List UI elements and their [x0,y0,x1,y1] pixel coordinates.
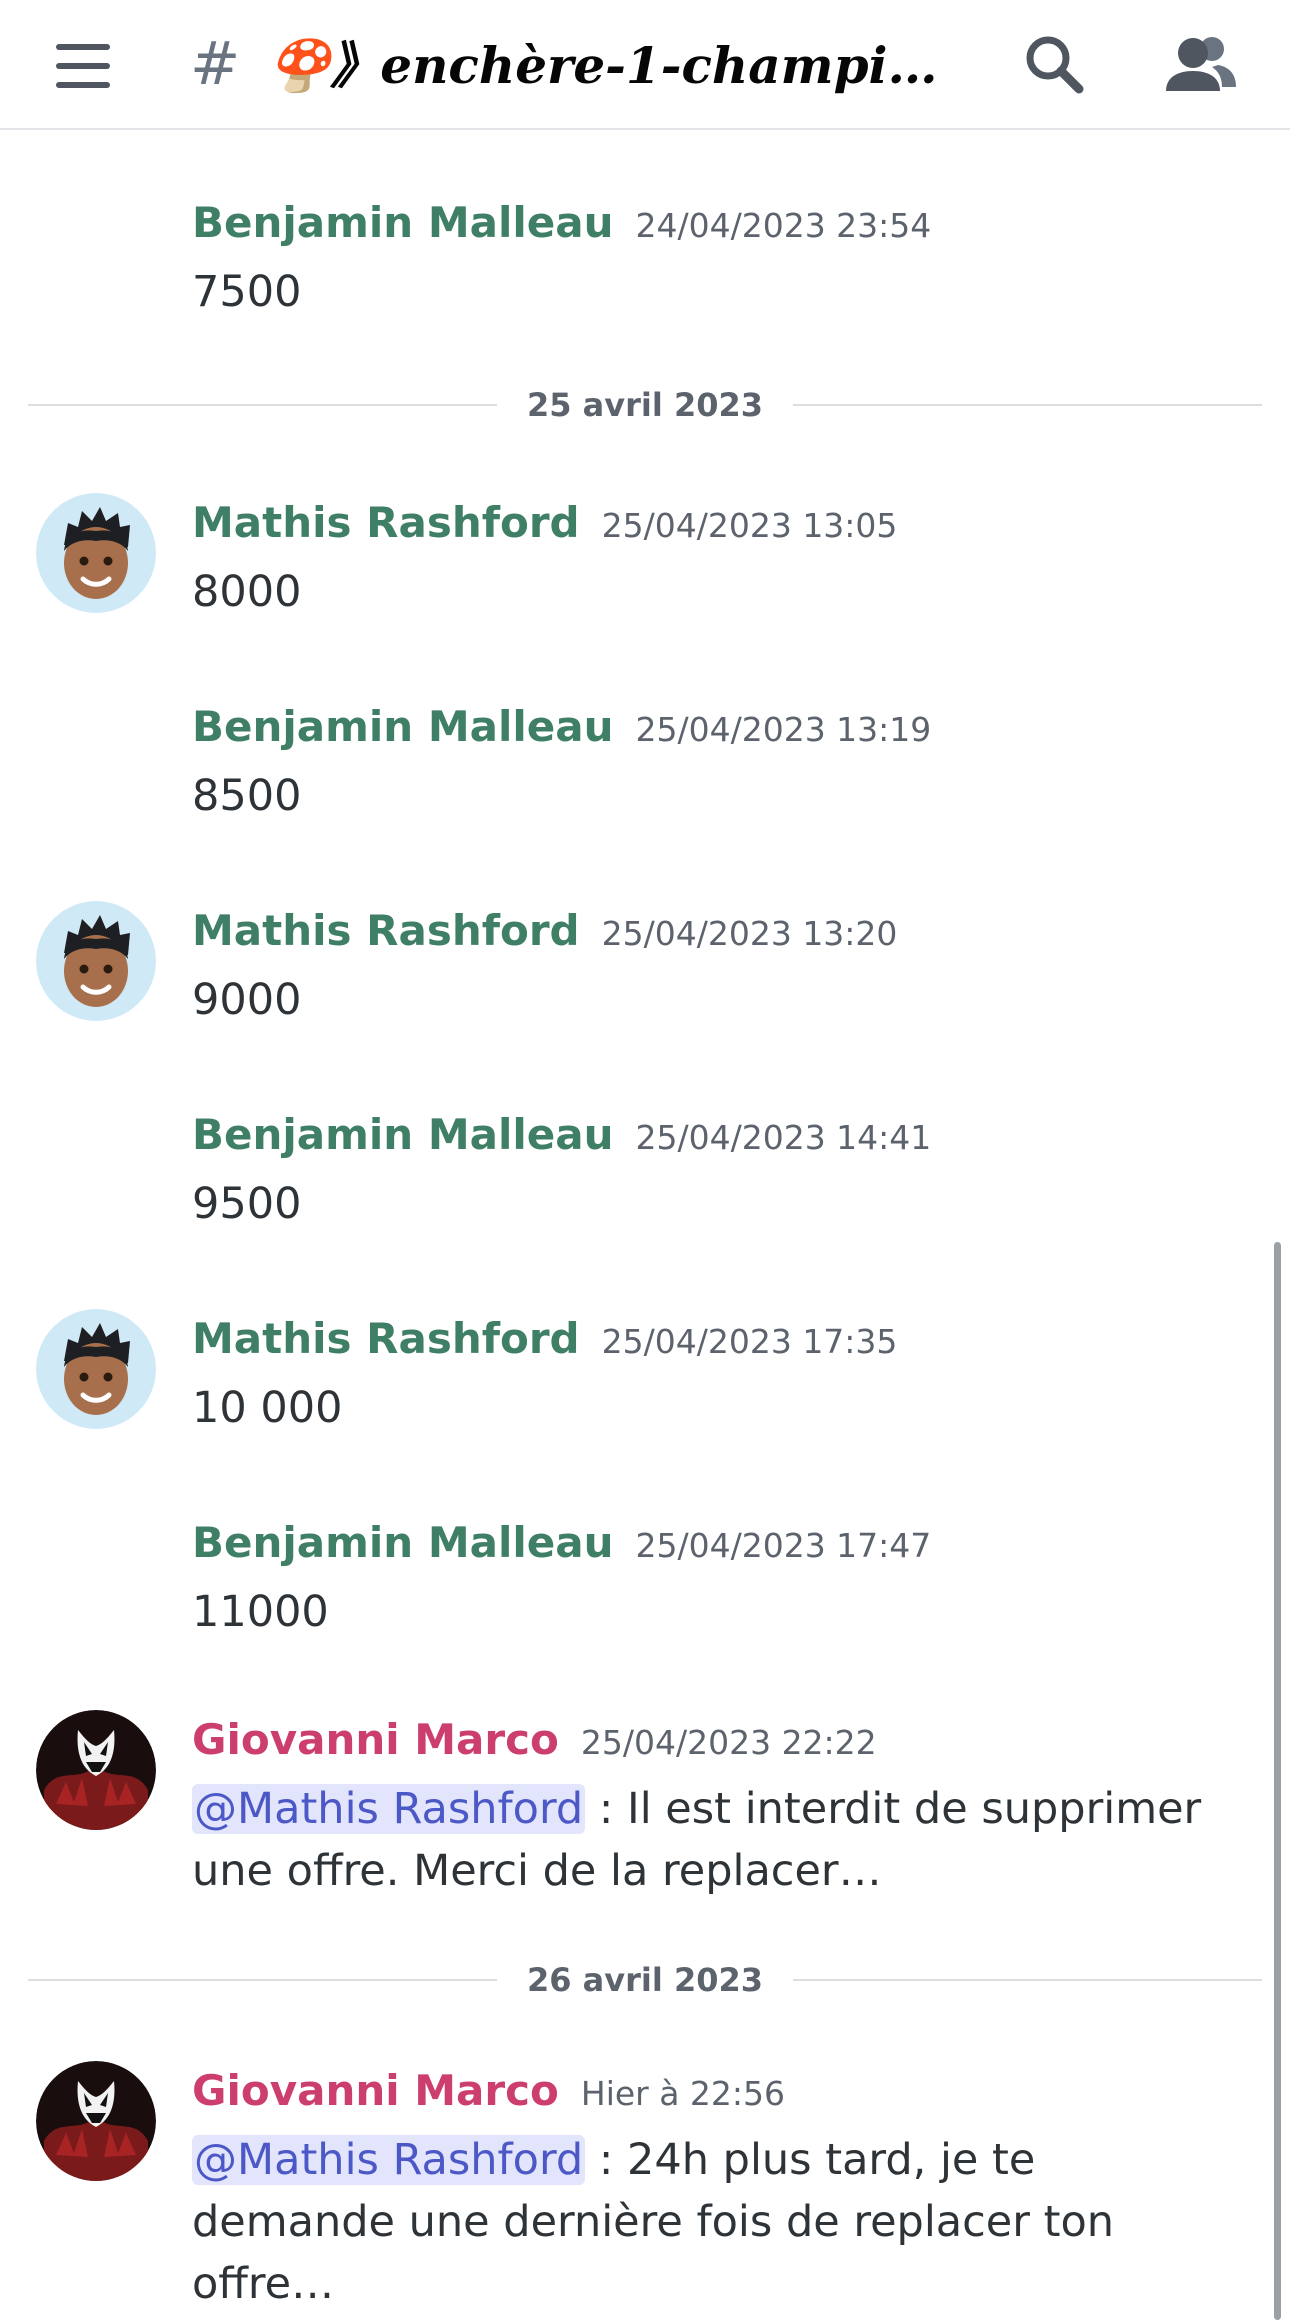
memoji-avatar-icon [36,493,156,613]
message-content: 11000 [192,1587,329,1637]
message-content: 7500 [192,267,302,317]
venom-avatar-icon [36,1710,156,1830]
venom-avatar-icon [36,2061,156,2181]
search-icon [1026,36,1084,94]
author-name[interactable]: Benjamin Malleau [192,198,613,247]
timestamp: 25/04/2023 13:19 [635,710,932,749]
memoji-avatar-icon [36,1309,156,1429]
date-divider: 26 avril 2023 [28,1960,1262,2000]
avatar[interactable] [36,493,156,613]
avatar[interactable] [36,1309,156,1429]
message-meta: Giovanni Marco 25/04/2023 22:22 [192,1710,877,1770]
author-name[interactable]: Mathis Rashford [192,906,580,955]
author-name[interactable]: Mathis Rashford [192,498,580,547]
user-mention[interactable]: @Mathis Rashford [192,2135,586,2185]
message-content: 9500 [192,1179,302,1229]
timestamp: 25/04/2023 22:22 [580,1723,877,1762]
message-content: 8500 [192,771,302,821]
message-meta: Giovanni Marco Hier à 22:56 [192,2061,785,2121]
menu-button[interactable] [40,30,128,102]
author-name[interactable]: Giovanni Marco [192,2066,559,2115]
divider-label: 25 avril 2023 [496,385,794,425]
message-meta: Mathis Rashford 25/04/2023 13:20 [192,901,897,961]
channel-hash-icon: # [190,29,241,99]
timestamp: 25/04/2023 14:41 [635,1118,932,1157]
channel-title[interactable]: 🍄》enchère-1-champig... [268,30,938,102]
memoji-avatar-icon [36,901,156,1021]
author-name[interactable]: Mathis Rashford [192,1314,580,1363]
message-content: 9000 [192,975,302,1025]
timestamp: 25/04/2023 17:35 [601,1322,898,1361]
avatar[interactable] [36,1710,156,1830]
message-content: 8000 [192,567,302,617]
message-meta: Mathis Rashford 25/04/2023 13:05 [192,493,897,553]
author-name[interactable]: Giovanni Marco [192,1715,559,1764]
divider-label: 26 avril 2023 [496,1960,794,2000]
message-meta: Benjamin Malleau 24/04/2023 23:54 [192,193,931,253]
timestamp: 24/04/2023 23:54 [635,206,932,245]
timestamp: 25/04/2023 13:20 [601,914,898,953]
user-mention[interactable]: @Mathis Rashford [192,1784,586,1834]
author-name[interactable]: Benjamin Malleau [192,702,613,751]
menu-icon-bar [56,63,110,69]
message-content: 10 000 [192,1383,343,1433]
date-divider: 25 avril 2023 [28,385,1262,425]
message-content: @Mathis Rashford : Il est interdit de su… [192,1778,1252,1902]
search-button[interactable] [1015,25,1095,105]
channel-header: # 🍄》enchère-1-champig... [0,0,1290,130]
timestamp: 25/04/2023 17:47 [635,1526,932,1565]
message-meta: Mathis Rashford 25/04/2023 17:35 [192,1309,897,1369]
avatar[interactable] [36,2061,156,2181]
message-meta: Benjamin Malleau 25/04/2023 13:19 [192,697,931,757]
message-meta: Benjamin Malleau 25/04/2023 14:41 [192,1105,931,1165]
timestamp: Hier à 22:56 [580,2074,786,2113]
menu-icon-bar [56,44,110,50]
menu-icon-bar [56,82,110,88]
scrollbar[interactable] [1274,1242,1281,2320]
message-meta: Benjamin Malleau 25/04/2023 17:47 [192,1513,931,1573]
members-icon [1166,37,1236,91]
members-button[interactable] [1160,25,1240,105]
author-name[interactable]: Benjamin Malleau [192,1518,613,1567]
avatar[interactable] [36,901,156,1021]
message-content: @Mathis Rashford : 24h plus tard, je te … [192,2129,1252,2315]
author-name[interactable]: Benjamin Malleau [192,1110,613,1159]
timestamp: 25/04/2023 13:05 [601,506,898,545]
